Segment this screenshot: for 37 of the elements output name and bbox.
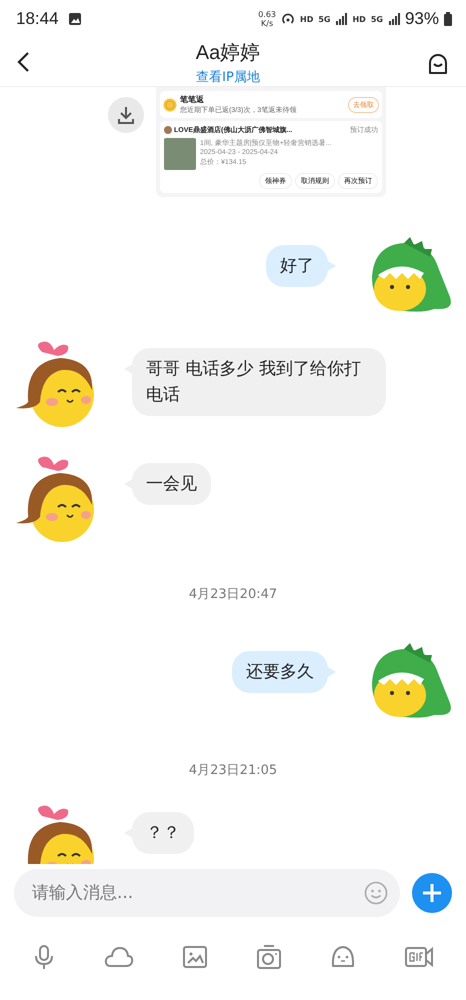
battery-icon [444,12,452,26]
video-icon[interactable] [404,946,434,968]
camera-icon[interactable] [256,944,282,970]
sticker-face-icon[interactable] [330,944,356,970]
image-icon [68,12,82,26]
chat-title: Aa婷婷 [196,40,260,66]
network-label: 5G [318,14,330,24]
hotspot-icon [281,12,295,26]
signal-icon [335,13,348,25]
coin-icon [163,98,177,112]
network-label: 5G [370,14,383,24]
message-input-field[interactable]: 请输入消息... [14,869,400,917]
emoji-icon[interactable] [364,881,388,905]
cloud-icon[interactable] [104,946,134,968]
network-speed: 0.63 K/s [258,10,276,28]
promo-title: 笔笔返 [180,94,205,105]
ip-location-link[interactable]: 查看IP属地 [196,68,260,86]
network-label: HD [300,14,314,24]
hotel-logo-icon [164,126,172,134]
message-input[interactable]: 请输入消息... [30,882,358,904]
message-bubble[interactable]: 好了 [266,245,328,287]
add-icon[interactable] [412,873,452,913]
timestamp: 4月23日21:05 [188,762,278,779]
timestamp: 4月23日20:47 [188,586,278,603]
message-bubble[interactable]: 一会见 [132,463,211,505]
signal-icon [388,13,400,25]
network-label: HD [352,14,366,24]
back-icon[interactable] [16,51,30,73]
message-bubble[interactable]: 哥哥 电话多少 我到了给你打电话 [132,348,386,416]
status-time: 18:44 [16,9,59,29]
message-bubble[interactable]: ？？ [132,812,194,854]
message-bubble[interactable]: 还要多久 [232,651,328,693]
microphone-icon[interactable] [32,944,56,970]
download-icon[interactable] [108,97,144,133]
photo-placeholder [164,138,196,170]
battery-percent: 93% [404,9,439,29]
image-icon[interactable] [182,945,208,969]
